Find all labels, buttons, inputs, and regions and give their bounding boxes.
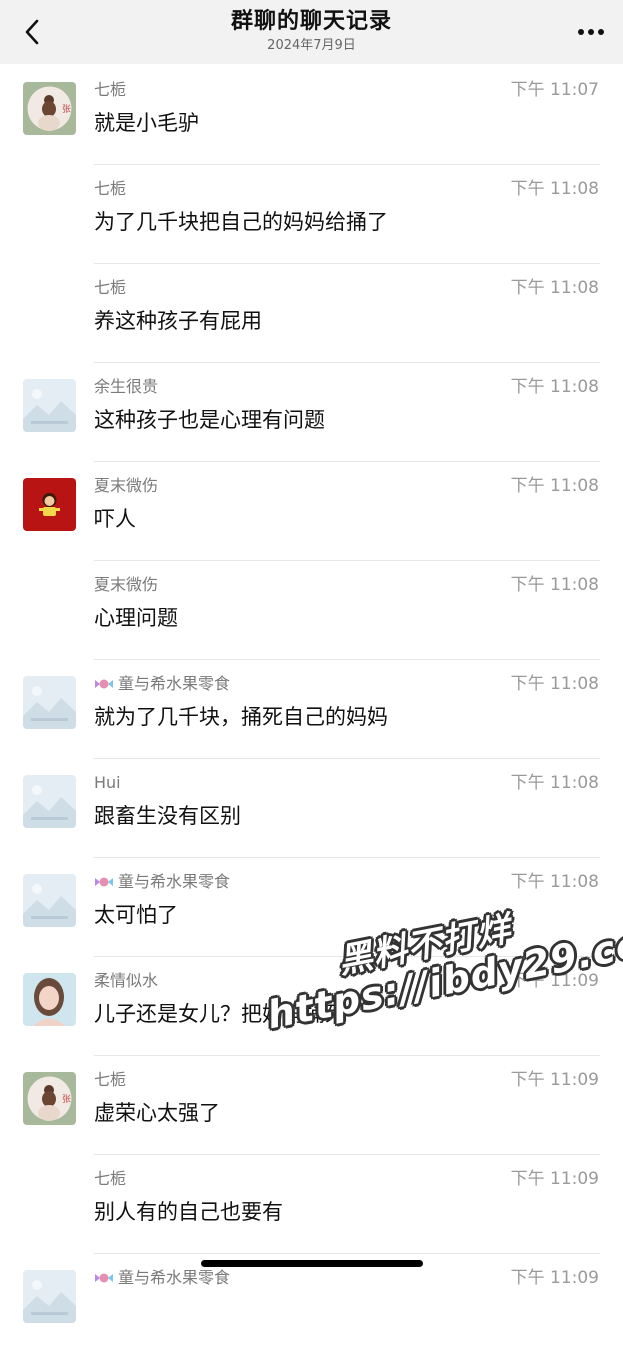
message-text: 就是小毛驴: [94, 111, 199, 135]
svg-text:张: 张: [62, 1094, 71, 1105]
sender-name: 七栀: [94, 278, 126, 298]
message-time: 下午 11:08: [510, 476, 599, 496]
sender-name: 童与希水果零食: [94, 1268, 230, 1290]
sender-name-text: 童与希水果零食: [118, 674, 231, 693]
candy-icon: [94, 1270, 114, 1290]
sender-name-text: 余生很贵: [94, 377, 159, 396]
sender-name: 夏末微伤: [94, 575, 158, 595]
more-dots-icon: [578, 29, 604, 35]
sender-name-text: 童与希水果零食: [118, 1268, 231, 1287]
chat-message[interactable]: 七栀 下午 11:08 养这种孩子有屁用: [0, 264, 623, 363]
header-title-block: 群聊的聊天记录 2024年7月9日: [0, 8, 623, 55]
sender-name-text: 七栀: [94, 80, 127, 99]
sender-name-text: 夏末微伤: [94, 476, 159, 495]
chat-message[interactable]: 夏末微伤 下午 11:08 心理问题: [0, 561, 623, 660]
avatar[interactable]: [23, 973, 76, 1026]
chat-message[interactable]: 七栀 下午 11:08 为了几千块把自己的妈妈给捅了: [0, 165, 623, 264]
message-text: 为了几千块把自己的妈妈给捅了: [94, 210, 388, 234]
message-text: 虚荣心太强了: [94, 1101, 220, 1125]
chat-message[interactable]: 童与希水果零食 下午 11:09: [0, 1254, 623, 1353]
message-time: 下午 11:08: [510, 674, 599, 694]
sender-name: 余生很贵: [94, 377, 158, 397]
candy-icon: [94, 874, 114, 894]
message-text: 养这种孩子有屁用: [94, 309, 262, 333]
sender-name-text: 童与希水果零食: [118, 872, 231, 891]
message-text: 吓人: [94, 507, 136, 531]
home-indicator[interactable]: [201, 1260, 423, 1267]
sender-name: 柔情似水: [94, 971, 158, 991]
chat-message[interactable]: 七栀 下午 11:09 别人有的自己也要有: [0, 1155, 623, 1254]
avatar[interactable]: [23, 1270, 76, 1323]
sender-name: 七栀: [94, 179, 126, 199]
chat-message[interactable]: 童与希水果零食 下午 11:08 太可怕了: [0, 858, 623, 957]
chat-message[interactable]: 柔情似水 下午 11:09 儿子还是女儿？把妈妈捅死: [0, 957, 623, 1056]
sender-name: 童与希水果零食: [94, 674, 230, 696]
sender-name-text: 夏末微伤: [94, 575, 159, 594]
message-time: 下午 11:09: [510, 1268, 599, 1288]
message-text: 跟畜生没有区别: [94, 804, 241, 828]
chat-message[interactable]: Hui 下午 11:08 跟畜生没有区别: [0, 759, 623, 858]
sender-name-text: 七栀: [94, 1169, 127, 1188]
page-title: 群聊的聊天记录: [230, 9, 392, 34]
message-text: 儿子还是女儿？把妈妈捅死: [94, 1002, 346, 1026]
chat-record-list[interactable]: 张七栀 下午 11:07 就是小毛驴 七栀 下午 11:08 为了几千块把自己的妈妈给捅了…: [0, 66, 623, 1353]
more-button[interactable]: [571, 14, 611, 50]
chat-message[interactable]: 童与希水果零食 下午 11:08 就为了几千块，捅死自己的妈妈: [0, 660, 623, 759]
message-time: 下午 11:09: [510, 1070, 599, 1090]
message-text: 别人有的自己也要有: [94, 1200, 283, 1224]
message-text: 太可怕了: [94, 903, 178, 927]
sender-name: 七栀: [94, 80, 126, 100]
chat-message[interactable]: 夏末微伤 下午 11:08 吓人: [0, 462, 623, 561]
avatar[interactable]: [23, 775, 76, 828]
avatar[interactable]: [23, 874, 76, 927]
sender-name: 七栀: [94, 1070, 126, 1090]
chat-message[interactable]: 张 七栀 下午 11:07 就是小毛驴: [0, 66, 623, 165]
message-time: 下午 11:08: [510, 278, 599, 298]
message-time: 下午 11:07: [510, 80, 599, 100]
message-time: 下午 11:09: [510, 1169, 599, 1189]
message-text: 这种孩子也是心理有问题: [94, 408, 325, 432]
message-time: 下午 11:08: [510, 179, 599, 199]
message-time: 下午 11:08: [510, 377, 599, 397]
message-text: 就为了几千块，捅死自己的妈妈: [94, 705, 388, 729]
sender-name-text: Hui: [94, 773, 121, 792]
avatar[interactable]: [23, 676, 76, 729]
sender-name: 七栀: [94, 1169, 126, 1189]
message-time: 下午 11:08: [510, 575, 599, 595]
svg-text:张: 张: [62, 104, 71, 115]
message-time: 下午 11:09: [510, 971, 599, 991]
sender-name: 夏末微伤: [94, 476, 158, 496]
avatar[interactable]: [23, 379, 76, 432]
sender-name-text: 七栀: [94, 278, 127, 297]
message-time: 下午 11:08: [510, 773, 599, 793]
sender-name-text: 柔情似水: [94, 971, 159, 990]
sender-name-text: 七栀: [94, 179, 127, 198]
avatar[interactable]: 张: [23, 82, 76, 135]
chat-message[interactable]: 余生很贵 下午 11:08 这种孩子也是心理有问题: [0, 363, 623, 462]
message-time: 下午 11:08: [510, 872, 599, 892]
chat-message[interactable]: 张 七栀 下午 11:09 虚荣心太强了: [0, 1056, 623, 1155]
avatar[interactable]: 张: [23, 1072, 76, 1125]
sender-name: Hui: [94, 773, 121, 793]
candy-icon: [94, 676, 114, 696]
sender-name-text: 七栀: [94, 1070, 127, 1089]
message-text: 心理问题: [94, 606, 178, 630]
avatar[interactable]: [23, 478, 76, 531]
top-bar: 群聊的聊天记录 2024年7月9日: [0, 0, 623, 64]
page-subtitle-date: 2024年7月9日: [267, 38, 356, 53]
sender-name: 童与希水果零食: [94, 872, 230, 894]
